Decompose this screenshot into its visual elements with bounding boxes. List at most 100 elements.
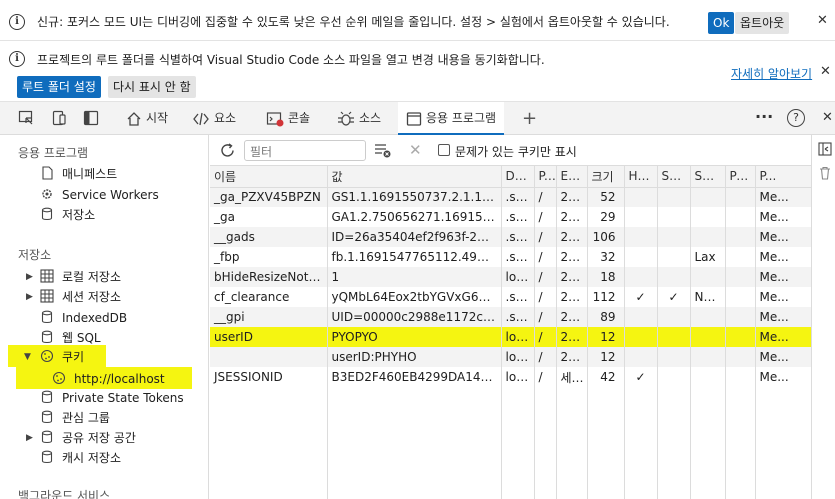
empty-cell (327, 387, 502, 407)
sidebar-item-private-state-tokens[interactable]: Private State Tokens (40, 388, 184, 408)
table-row[interactable]: _ga_PZXV45BPZNGS1.1.1691550737.2.1.16915… (210, 187, 811, 207)
table-row[interactable]: userID:PHYHO loc.../20... 12 Me... (210, 347, 811, 367)
collapse-arrow-icon[interactable]: ▼ (24, 352, 31, 362)
clear-all-icon[interactable]: ✕ (409, 141, 422, 159)
cell-priority: Me... (755, 227, 811, 247)
tab-sources[interactable]: 소스 (329, 102, 389, 135)
expand-arrow-icon[interactable]: ▶ (26, 433, 33, 443)
column-header-size[interactable]: 크기 (587, 166, 625, 188)
cell-domain: loc... (501, 267, 535, 287)
sidebar-item-localhost-cookies[interactable]: http://localhost (52, 369, 165, 389)
table-row[interactable]: __gadsID=26a35404ef2f963f-22afc3....sta.… (210, 227, 811, 247)
tab-welcome[interactable]: 시작 (118, 102, 176, 135)
devtools-tab-bar: 시작 요소 콘솔 소스 응용 프로그램 + ··· ? ✕ (0, 102, 835, 135)
column-header-path[interactable]: P... (534, 166, 557, 188)
sidebar-item-manifest[interactable]: 매니페스트 (40, 164, 117, 184)
cell-expires: 20... (556, 267, 588, 287)
optout-button[interactable]: 옵트아웃 (735, 12, 790, 34)
empty-cell (556, 387, 588, 407)
sidebar-item-indexeddb[interactable]: IndexedDB (40, 308, 127, 328)
tab-console[interactable]: 콘솔 (258, 102, 318, 135)
ok-button[interactable]: Ok (708, 12, 735, 34)
more-options-icon[interactable]: ··· (755, 107, 773, 126)
cell-samesite: Lax (690, 247, 726, 267)
cell-name: _ga_PZXV45BPZN (210, 187, 328, 207)
sidebar-item-label: 쿠키 (62, 350, 85, 364)
table-row[interactable]: userID PYOPYO loc.../20... 12 Me... (210, 327, 811, 347)
sidebar-item-shared-storage[interactable]: 공유 저장 공간 (40, 428, 136, 448)
table-row[interactable]: bHideResizeNoti... 1 loc.../20... 18 Me... (210, 267, 811, 287)
expand-arrow-icon[interactable]: ▶ (26, 272, 33, 282)
empty-cell (690, 407, 726, 427)
sidebar-item-label: 공유 저장 공간 (62, 431, 136, 445)
close-devtools-icon[interactable]: ✕ (822, 110, 833, 125)
sidebar-item-session-storage[interactable]: 세션 저장소 (40, 287, 121, 307)
table-row[interactable]: JSESSIONIDB3ED2F460EB4299DA14ACCF...loc.… (210, 367, 811, 387)
cell-name: cf_clearance (210, 287, 328, 307)
cell-name: __gpi (210, 307, 328, 327)
cell-secure (657, 187, 691, 207)
cell-secure (657, 207, 691, 227)
dock-side-icon[interactable] (818, 142, 832, 159)
column-header-secure[interactable]: Se... (657, 166, 691, 188)
only-issues-checkbox[interactable] (438, 144, 450, 156)
column-header-domain[interactable]: Do... (501, 166, 535, 188)
empty-cell (501, 407, 535, 427)
table-row[interactable]: _gaGA1.2.750656271.1691547763.sta.../20.… (210, 207, 811, 227)
cell-path: / (534, 347, 557, 367)
empty-row (210, 427, 811, 447)
cell-value: fb.1.1691547765112.4910139... (327, 247, 502, 267)
sidebar-item-storage[interactable]: 저장소 (40, 205, 95, 225)
tab-application[interactable]: 응용 프로그램 (398, 102, 505, 135)
cookies-table: 이름 값 Do... P... Ex... 크기 Ht... Se... Sa.… (210, 166, 811, 499)
column-header-priority[interactable]: P... (755, 166, 811, 188)
close-icon[interactable]: ✕ (820, 64, 831, 79)
learn-more-link[interactable]: 자세히 알아보기 (731, 65, 812, 82)
column-header-expires[interactable]: Ex... (556, 166, 588, 188)
tab-elements[interactable]: 요소 (184, 102, 244, 135)
empty-cell (210, 487, 328, 499)
empty-cell (534, 467, 557, 487)
cell-path: / (534, 307, 557, 327)
empty-cell (556, 467, 588, 487)
info-icon: i (9, 51, 25, 67)
refresh-icon[interactable] (219, 142, 236, 162)
table-row[interactable]: _fbpfb.1.1691547765112.4910139....sta...… (210, 247, 811, 267)
dont-show-again-button[interactable]: 다시 표시 안 함 (108, 76, 196, 98)
empty-cell (501, 467, 535, 487)
column-header-partition-key[interactable]: Pa... (725, 166, 756, 188)
code-icon (193, 112, 209, 125)
sidebar-item-cookies[interactable]: 쿠키 (40, 347, 84, 367)
help-icon[interactable]: ? (787, 109, 805, 127)
sidebar-item-service-workers[interactable]: Service Workers (40, 185, 159, 205)
column-header-value[interactable]: 값 (327, 166, 502, 188)
column-header-samesite[interactable]: Sa... (690, 166, 726, 188)
empty-cell (657, 447, 691, 467)
close-icon[interactable]: ✕ (817, 13, 828, 28)
sidebar-item-cache-storage[interactable]: 캐시 저장소 (40, 448, 121, 468)
device-emulation-icon[interactable] (51, 110, 67, 129)
cell-partition-key (725, 187, 756, 207)
clear-filter-icon[interactable] (374, 143, 392, 161)
sidebar-item-interest-groups[interactable]: 관심 그룹 (40, 408, 110, 428)
expand-arrow-icon[interactable]: ▶ (26, 292, 33, 302)
column-header-httponly[interactable]: Ht... (624, 166, 658, 188)
empty-cell (501, 487, 535, 499)
column-header-name[interactable]: 이름 (210, 166, 328, 188)
cell-expires: 20... (556, 327, 588, 347)
dock-panel-icon[interactable] (83, 110, 99, 129)
set-root-folder-button[interactable]: 루트 폴더 설정 (17, 76, 101, 98)
add-tab-icon[interactable]: + (522, 108, 537, 129)
empty-cell (327, 407, 502, 427)
database-icon (41, 410, 53, 424)
storage-section-heading: 저장소 (18, 248, 52, 262)
cell-domain: loc... (501, 347, 535, 367)
inspect-icon[interactable] (18, 110, 34, 129)
table-row[interactable]: __gpiUID=00000c2988e1172c:T=1....sta.../… (210, 307, 811, 327)
table-row[interactable]: cf_clearance yQMbL64Eox2tbYGVxG6DJ... .sta… (210, 287, 811, 307)
delete-icon[interactable] (818, 166, 832, 183)
sidebar-item-label: 매니페스트 (62, 167, 118, 181)
sidebar-item-local-storage[interactable]: 로컬 저장소 (40, 267, 121, 287)
cell-value: UID=00000c2988e1172c:T=1... (327, 307, 502, 327)
empty-row (210, 487, 811, 499)
